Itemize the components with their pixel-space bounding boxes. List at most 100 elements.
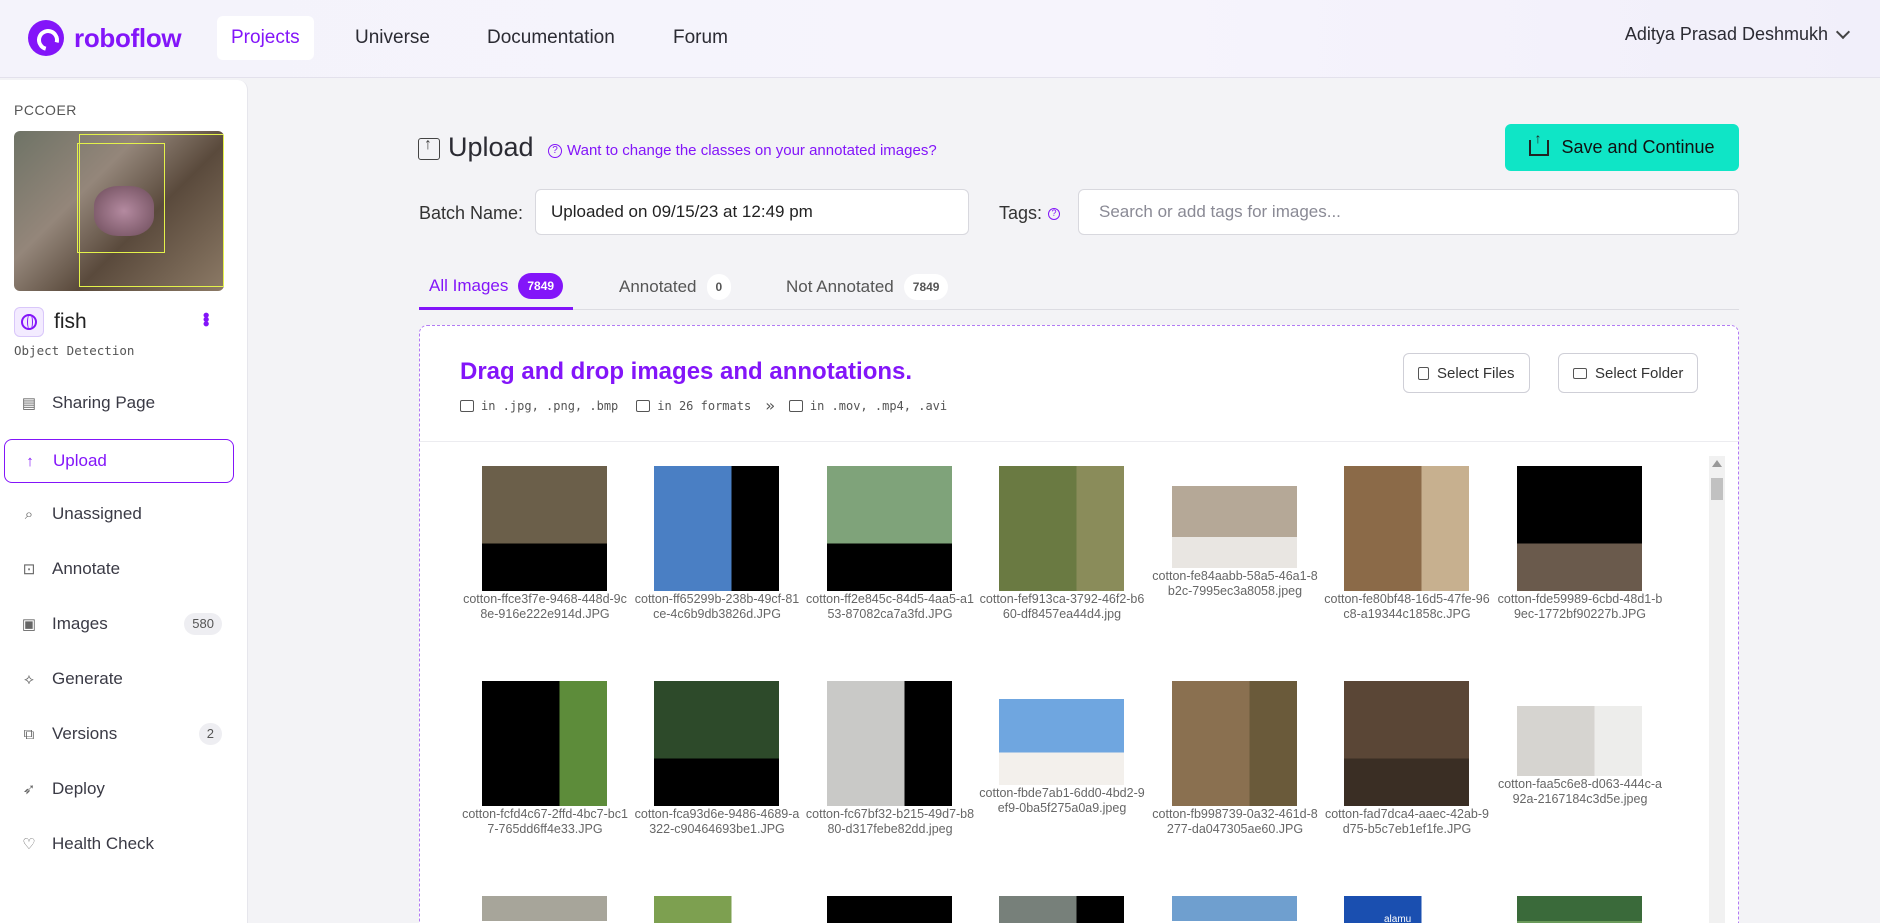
image-thumbnail[interactable] xyxy=(654,466,779,591)
image-thumbnail[interactable] xyxy=(827,681,952,806)
image-filename: cotton-fad7dca4-aaec-42ab-9d75-b5c7eb1ef… xyxy=(1324,807,1489,836)
sidebar-item-versions[interactable]: ⧉ Versions 2 xyxy=(4,712,234,756)
sidebar-item-annotate[interactable]: ⊡ Annotate xyxy=(4,547,234,591)
nav-projects[interactable]: Projects xyxy=(217,16,314,60)
scroll-up-arrow-icon[interactable] xyxy=(1712,460,1722,467)
image-thumbnail[interactable] xyxy=(1172,896,1297,923)
image-filename: cotton-fe80bf48-16d5-47fe-96c8-a19344c18… xyxy=(1324,592,1490,621)
project-name: fish xyxy=(54,310,87,333)
image-thumbnail[interactable] xyxy=(999,466,1124,591)
tab-annotated[interactable]: Annotated 0 xyxy=(609,264,741,310)
upload-icon xyxy=(418,136,440,160)
sidebar-item-unassigned[interactable]: ⌕ Unassigned xyxy=(4,492,234,536)
image-thumbnail[interactable] xyxy=(1517,466,1642,591)
help-icon[interactable]: ? xyxy=(1048,207,1061,220)
supported-formats: in .jpg, .png, .bmp in 26 formats » in .… xyxy=(460,396,947,415)
sidebar-item-health-check[interactable]: ♡ Health Check xyxy=(4,822,234,866)
image-thumbnail[interactable] xyxy=(1344,466,1469,591)
roboflow-logo[interactable]: roboflow xyxy=(28,20,182,56)
project-type: Object Detection xyxy=(14,343,135,358)
upload-dropzone[interactable]: Drag and drop images and annotations. in… xyxy=(419,325,1739,923)
user-name: Aditya Prasad Deshmukh xyxy=(1624,24,1828,44)
more-options-icon[interactable]: ••• xyxy=(196,312,216,325)
image-thumbnail[interactable] xyxy=(827,466,952,591)
file-icon xyxy=(1418,366,1429,380)
upload-tray-icon xyxy=(1529,130,1550,156)
annotation-box xyxy=(79,134,224,287)
page-icon: ▤ xyxy=(21,395,37,412)
batch-name-input[interactable] xyxy=(535,189,969,235)
project-thumbnail[interactable] xyxy=(14,131,224,291)
roboflow-logo-icon xyxy=(28,20,64,56)
select-folder-button[interactable]: Select Folder xyxy=(1558,353,1699,393)
grid-scrollbar[interactable] xyxy=(1709,456,1725,923)
user-menu[interactable]: Aditya Prasad Deshmukh xyxy=(1624,24,1851,45)
images-count-badge: 580 xyxy=(184,613,222,635)
change-classes-link[interactable]: ? Want to change the classes on your ann… xyxy=(548,142,937,159)
nav-documentation[interactable]: Documentation xyxy=(473,16,629,60)
tags-label: Tags: xyxy=(999,203,1043,223)
image-thumbnail[interactable] xyxy=(999,699,1124,785)
tab-all-images[interactable]: All Images 7849 xyxy=(419,264,574,310)
sidebar-item-label: Sharing Page xyxy=(52,393,156,412)
sidebar-item-generate[interactable]: ⟡ Generate xyxy=(4,657,234,701)
video-formats: in .mov, .mp4, .avi xyxy=(788,398,948,413)
tags-label-group: Tags: ? xyxy=(999,203,1061,224)
tab-not-annotated[interactable]: Not Annotated 7849 xyxy=(776,264,958,310)
globe-icon xyxy=(14,307,44,337)
image-thumbnail[interactable] xyxy=(654,681,779,806)
bounding-box-icon xyxy=(636,399,651,412)
select-folder-label: Select Folder xyxy=(1595,364,1684,382)
image-filter-tabs: All Images 7849 Annotated 0 Not Annotate… xyxy=(419,264,1739,310)
chevron-down-icon xyxy=(1835,24,1851,39)
video-formats-label: in .mov, .mp4, .avi xyxy=(809,398,948,413)
image-thumbnail[interactable] xyxy=(1344,681,1469,806)
image-filename: cotton-ffce3f7e-9468-448d-9c8e-916e222e9… xyxy=(463,592,627,621)
tab-label: Annotated xyxy=(619,277,697,296)
image-filename: cotton-fc67bf32-b215-49d7-b880-d317febe8… xyxy=(805,807,975,836)
image-filename: cotton-fe84aabb-58a5-46a1-8b2c-7995ec3a8… xyxy=(1152,569,1318,598)
project-header: fish ••• xyxy=(14,306,224,338)
annotation-formats: in 26 formats xyxy=(636,399,751,413)
image-thumbnail[interactable] xyxy=(827,896,952,923)
save-and-continue-button[interactable]: Save and Continue xyxy=(1505,124,1739,171)
image-thumbnail[interactable] xyxy=(482,466,607,591)
image-filename: cotton-fcfd4c67-2ffd-4bc7-bc17-765dd6ff4… xyxy=(462,807,628,836)
image-filename: cotton-fef913ca-3792-46f2-b660-df8457ea4… xyxy=(979,592,1145,621)
nav-universe[interactable]: Universe xyxy=(341,16,444,60)
sidebar-item-label: Deploy xyxy=(52,779,105,798)
versions-count-badge: 2 xyxy=(198,723,222,745)
image-thumbnail[interactable] xyxy=(999,896,1124,923)
sidebar-item-sharing-page[interactable]: ▤ Sharing Page xyxy=(4,381,234,425)
image-thumbnail[interactable] xyxy=(654,896,779,923)
image-thumbnail[interactable] xyxy=(1517,706,1642,776)
heart-pulse-icon: ♡ xyxy=(22,836,36,853)
image-thumbnail[interactable] xyxy=(1517,896,1642,923)
sidebar-item-images[interactable]: ▣ Images 580 xyxy=(4,602,234,646)
sidebar-item-label: Versions xyxy=(52,724,118,743)
thumbnail-text: alamu xyxy=(1384,914,1412,923)
folder-icon xyxy=(1573,367,1587,379)
image-thumbnail[interactable] xyxy=(1172,681,1297,806)
image-filename: cotton-ff2e845c-84d5-4aa5-a153-87082ca7a… xyxy=(806,592,974,621)
nav-forum[interactable]: Forum xyxy=(659,16,742,60)
tab-count-badge: 0 xyxy=(706,274,732,300)
image-thumbnail[interactable] xyxy=(482,896,607,923)
image-thumbnail[interactable] xyxy=(1172,486,1297,568)
save-button-label: Save and Continue xyxy=(1561,137,1715,157)
dropzone-header: Drag and drop images and annotations. in… xyxy=(420,326,1738,442)
image-icon xyxy=(460,399,474,412)
chevron-double-right-icon[interactable]: » xyxy=(765,396,775,415)
tags-search-input[interactable] xyxy=(1078,189,1739,235)
scrollbar-thumb[interactable] xyxy=(1711,478,1723,500)
change-classes-link-label: Want to change the classes on your annot… xyxy=(567,142,937,159)
image-thumbnail[interactable] xyxy=(482,681,607,806)
sidebar-item-deploy[interactable]: ➶ Deploy xyxy=(4,767,234,811)
sidebar-item-label: Annotate xyxy=(52,559,121,578)
project-sidebar: PCCOER fish ••• Object Detection ▤ Shari… xyxy=(0,80,248,923)
sidebar-item-upload[interactable]: ↑ Upload xyxy=(4,439,234,483)
sidebar-item-label: Health Check xyxy=(52,834,155,853)
sidebar-item-label: Images xyxy=(52,614,108,633)
top-navbar: roboflow Projects Universe Documentation… xyxy=(0,0,1880,78)
select-files-button[interactable]: Select Files xyxy=(1403,353,1530,393)
